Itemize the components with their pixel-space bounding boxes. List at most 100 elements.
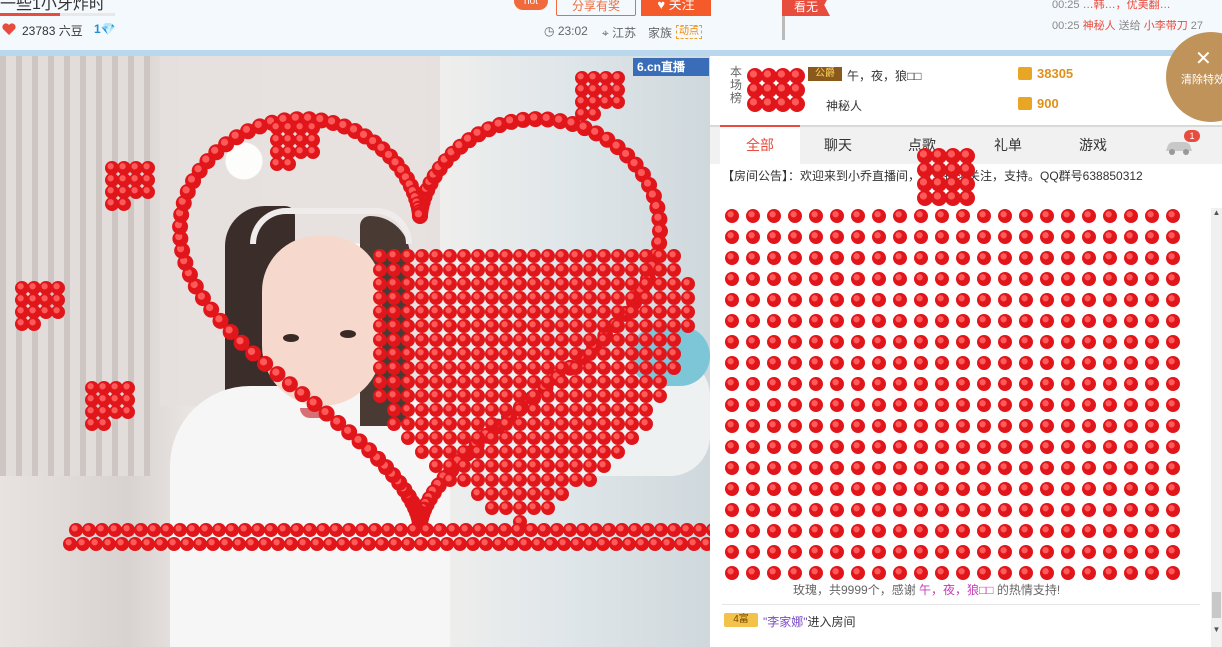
rose-icon bbox=[767, 545, 781, 559]
rose-icon bbox=[1019, 335, 1033, 349]
rose-icon bbox=[851, 356, 865, 370]
event-ribbon[interactable]: 看无 bbox=[782, 0, 830, 16]
rose-message-user[interactable]: 午，夜，狼□□ bbox=[919, 583, 994, 597]
rose-icon bbox=[1166, 545, 1180, 559]
room-title: 一些1小牙炸时 bbox=[0, 0, 105, 13]
rose-icon bbox=[485, 473, 499, 487]
rose-icon bbox=[959, 148, 975, 164]
rose-icon bbox=[872, 293, 886, 307]
rose-icon bbox=[306, 145, 320, 159]
rose-icon bbox=[429, 291, 443, 305]
rose-icon bbox=[427, 537, 441, 551]
rose-icon bbox=[27, 293, 41, 307]
rose-icon bbox=[513, 263, 527, 277]
rose-icon bbox=[387, 305, 401, 319]
rose-icon bbox=[429, 375, 443, 389]
rose-icon bbox=[569, 403, 583, 417]
close-icon[interactable]: ✕ bbox=[1195, 46, 1212, 71]
rose-icon bbox=[555, 487, 569, 501]
share-button[interactable]: 分享有奖 bbox=[556, 0, 636, 16]
rose-icon bbox=[443, 445, 457, 459]
rose-icon bbox=[1040, 314, 1054, 328]
rose-icon bbox=[611, 431, 625, 445]
rose-icon bbox=[893, 398, 907, 412]
rose-icon bbox=[51, 305, 65, 319]
scroll-up-icon[interactable]: ▲ bbox=[1211, 208, 1222, 222]
rose-icon bbox=[977, 314, 991, 328]
gift-log-user[interactable]: 神秘人 bbox=[1083, 20, 1116, 32]
rose-icon bbox=[373, 305, 387, 319]
rose-icon bbox=[851, 482, 865, 496]
clock-icon: ◷ bbox=[544, 24, 555, 38]
wealth-badge: 4富 bbox=[724, 613, 758, 627]
scrollbar-thumb[interactable] bbox=[1212, 592, 1221, 618]
rose-icon bbox=[625, 333, 639, 347]
rose-icon bbox=[401, 389, 415, 403]
rose-icon bbox=[550, 523, 564, 537]
rose-icon bbox=[956, 272, 970, 286]
rose-icon bbox=[527, 333, 541, 347]
rose-icon bbox=[129, 185, 143, 199]
rose-icon bbox=[471, 333, 485, 347]
rose-icon bbox=[830, 440, 844, 454]
rose-icon bbox=[282, 157, 296, 171]
rose-icon bbox=[443, 263, 457, 277]
chat-scrollbar[interactable] bbox=[1211, 208, 1222, 647]
rose-icon bbox=[761, 96, 777, 112]
rose-icon bbox=[1019, 272, 1033, 286]
rose-icon bbox=[725, 356, 739, 370]
rose-icon bbox=[485, 445, 499, 459]
rose-icon bbox=[583, 291, 597, 305]
rose-icon bbox=[415, 277, 429, 291]
rose-icon bbox=[788, 272, 802, 286]
scroll-down-icon[interactable]: ▼ bbox=[1211, 625, 1222, 639]
rose-icon bbox=[830, 566, 844, 580]
clear-effects-label[interactable]: 清除特效 bbox=[1181, 71, 1222, 87]
rose-icon bbox=[541, 389, 555, 403]
rose-icon bbox=[872, 461, 886, 475]
rose-icon bbox=[611, 305, 625, 319]
rose-icon bbox=[872, 377, 886, 391]
enter-user-name[interactable]: "李家娜" bbox=[763, 615, 808, 629]
rose-icon bbox=[180, 537, 194, 551]
video-player[interactable]: 6.cn直播 bbox=[0, 56, 710, 647]
rose-icon bbox=[277, 523, 291, 537]
follow-button[interactable]: ♥ 关注 bbox=[641, 0, 711, 16]
rose-icon bbox=[1040, 545, 1054, 559]
rose-icon bbox=[1103, 482, 1117, 496]
family-badge[interactable]: 动点 bbox=[676, 25, 702, 39]
rose-icon bbox=[387, 389, 401, 403]
rose-icon bbox=[935, 419, 949, 433]
rose-icon bbox=[15, 305, 29, 319]
rose-icon bbox=[639, 389, 653, 403]
rose-icon bbox=[373, 361, 387, 375]
gift-log-target[interactable]: 小李带刀 bbox=[1144, 20, 1188, 32]
rose-icon bbox=[513, 249, 527, 263]
rose-icon bbox=[281, 376, 298, 393]
rose-icon bbox=[492, 537, 506, 551]
rose-icon bbox=[429, 347, 443, 361]
rose-icon bbox=[429, 459, 443, 473]
rose-icon bbox=[851, 314, 865, 328]
rose-icon bbox=[597, 431, 611, 445]
rose-icon bbox=[809, 377, 823, 391]
rose-icon bbox=[485, 361, 499, 375]
rose-icon bbox=[121, 393, 135, 407]
rose-icon bbox=[956, 524, 970, 538]
rose-icon bbox=[537, 523, 551, 537]
rose-icon bbox=[809, 356, 823, 370]
rose-icon bbox=[1019, 545, 1033, 559]
rose-icon bbox=[270, 145, 284, 159]
rose-icon bbox=[569, 291, 583, 305]
rose-icon bbox=[407, 523, 421, 537]
rose-icon bbox=[541, 291, 555, 305]
rose-icon bbox=[597, 417, 611, 431]
family-label[interactable]: 家族 bbox=[648, 24, 672, 41]
rose-icon bbox=[555, 305, 569, 319]
rose-icon bbox=[977, 377, 991, 391]
rose-icon bbox=[589, 523, 603, 537]
rose-icon bbox=[945, 148, 961, 164]
rose-icon bbox=[443, 459, 457, 473]
rose-icon bbox=[914, 314, 928, 328]
rose-icon bbox=[102, 537, 116, 551]
